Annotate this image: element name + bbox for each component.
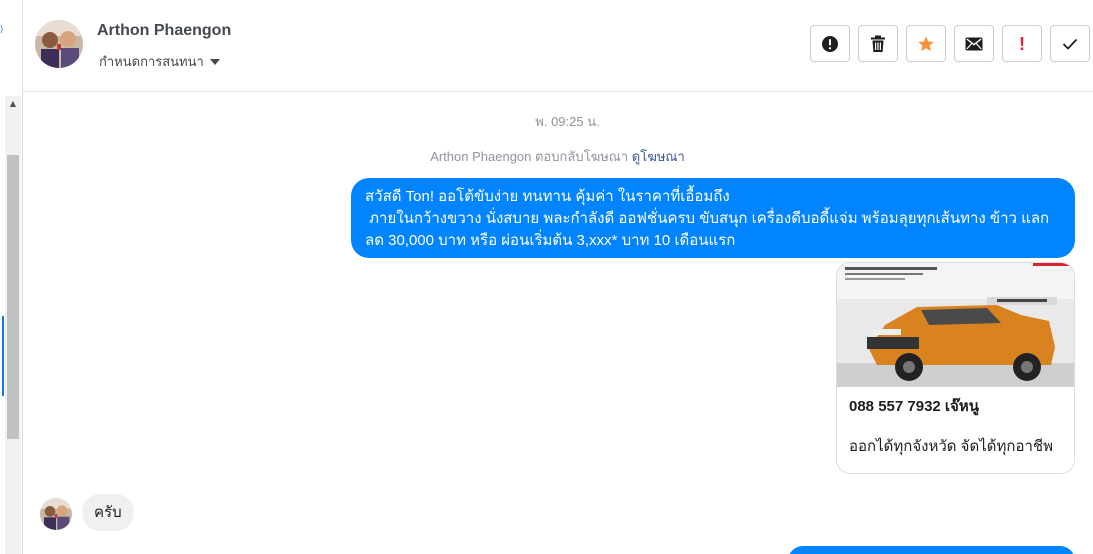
scrollbar-thumb[interactable]: [7, 155, 19, 439]
mark-done-button[interactable]: [1050, 25, 1090, 62]
view-ad-link[interactable]: ดูโฆษณา: [632, 149, 685, 164]
ad-card-title: 088 557 7932 เจ๊หนู: [849, 398, 979, 415]
star-button[interactable]: [906, 25, 946, 62]
mark-spam-button[interactable]: [810, 25, 850, 62]
ad-card[interactable]: 088 557 7932 เจ๊หนู ออกได้ทุกจังหวัด จัด…: [836, 262, 1075, 474]
ad-card-description: ออกได้ทุกจังหวัด จัดได้ทุกอาชีพ: [849, 438, 1053, 455]
check-icon: [1062, 38, 1078, 50]
incoming-message-bubble[interactable]: ครับ: [82, 494, 134, 531]
red-exclamation-icon: !: [1019, 33, 1025, 54]
assign-label: กำหนดการสนทนา: [99, 55, 204, 70]
contact-name[interactable]: Arthon Phaengon: [97, 22, 231, 40]
mark-unread-button[interactable]: [954, 25, 994, 62]
ad-card-image: [837, 263, 1074, 387]
left-panel-selection-accent: [2, 316, 4, 396]
caret-down-icon: [209, 59, 220, 65]
envelope-icon: [965, 37, 983, 50]
assign-conversation-dropdown[interactable]: กำหนดการสนทนา: [99, 51, 220, 72]
message-line: สวัสดี Ton! ออโต้ขับง่าย ทนทาน คุ้มค่า ใ…: [365, 188, 730, 205]
left-panel-edge-marker: ⟩: [0, 25, 4, 35]
ad-reply-notice: Arthon Phaengon ตอบกลับโฆษณา ดูโฆษณา: [0, 146, 1093, 167]
message-line: ลด 30,000 บาท หรือ ผ่อนเริ่มต้น 3,xxx* บ…: [365, 232, 736, 249]
outgoing-message-bubble[interactable]: สวัสดี Ton! ออโต้ขับง่าย ทนทาน คุ้มค่า ใ…: [351, 178, 1075, 258]
exclamation-circle-icon: [822, 35, 838, 52]
star-icon: [918, 35, 934, 51]
message-timestamp: พ. 09:25 น.: [535, 114, 600, 129]
conversation-header: Arthon Phaengon กำหนดการสนทนา !: [23, 0, 1093, 92]
conversation-actions: !: [810, 25, 1090, 62]
ad-reply-text: Arthon Phaengon ตอบกลับโฆษณา: [430, 149, 629, 164]
outgoing-message-bubble-partial[interactable]: [788, 546, 1075, 554]
trash-icon: [871, 35, 885, 52]
message-line: ภายในกว้างขวาง นั่งสบาย พละกำลังดี ออฟชั…: [365, 210, 1050, 227]
messenger-conversation-view: ⟩ ▲ Arthon Phaengon กำหนดการสนทนา ! พ. 0…: [0, 0, 1093, 554]
contact-avatar[interactable]: [35, 20, 83, 68]
follow-up-button[interactable]: !: [1002, 25, 1042, 62]
scroll-up-arrow-icon[interactable]: ▲: [5, 98, 21, 110]
sender-avatar[interactable]: [40, 498, 72, 530]
delete-button[interactable]: [858, 25, 898, 62]
